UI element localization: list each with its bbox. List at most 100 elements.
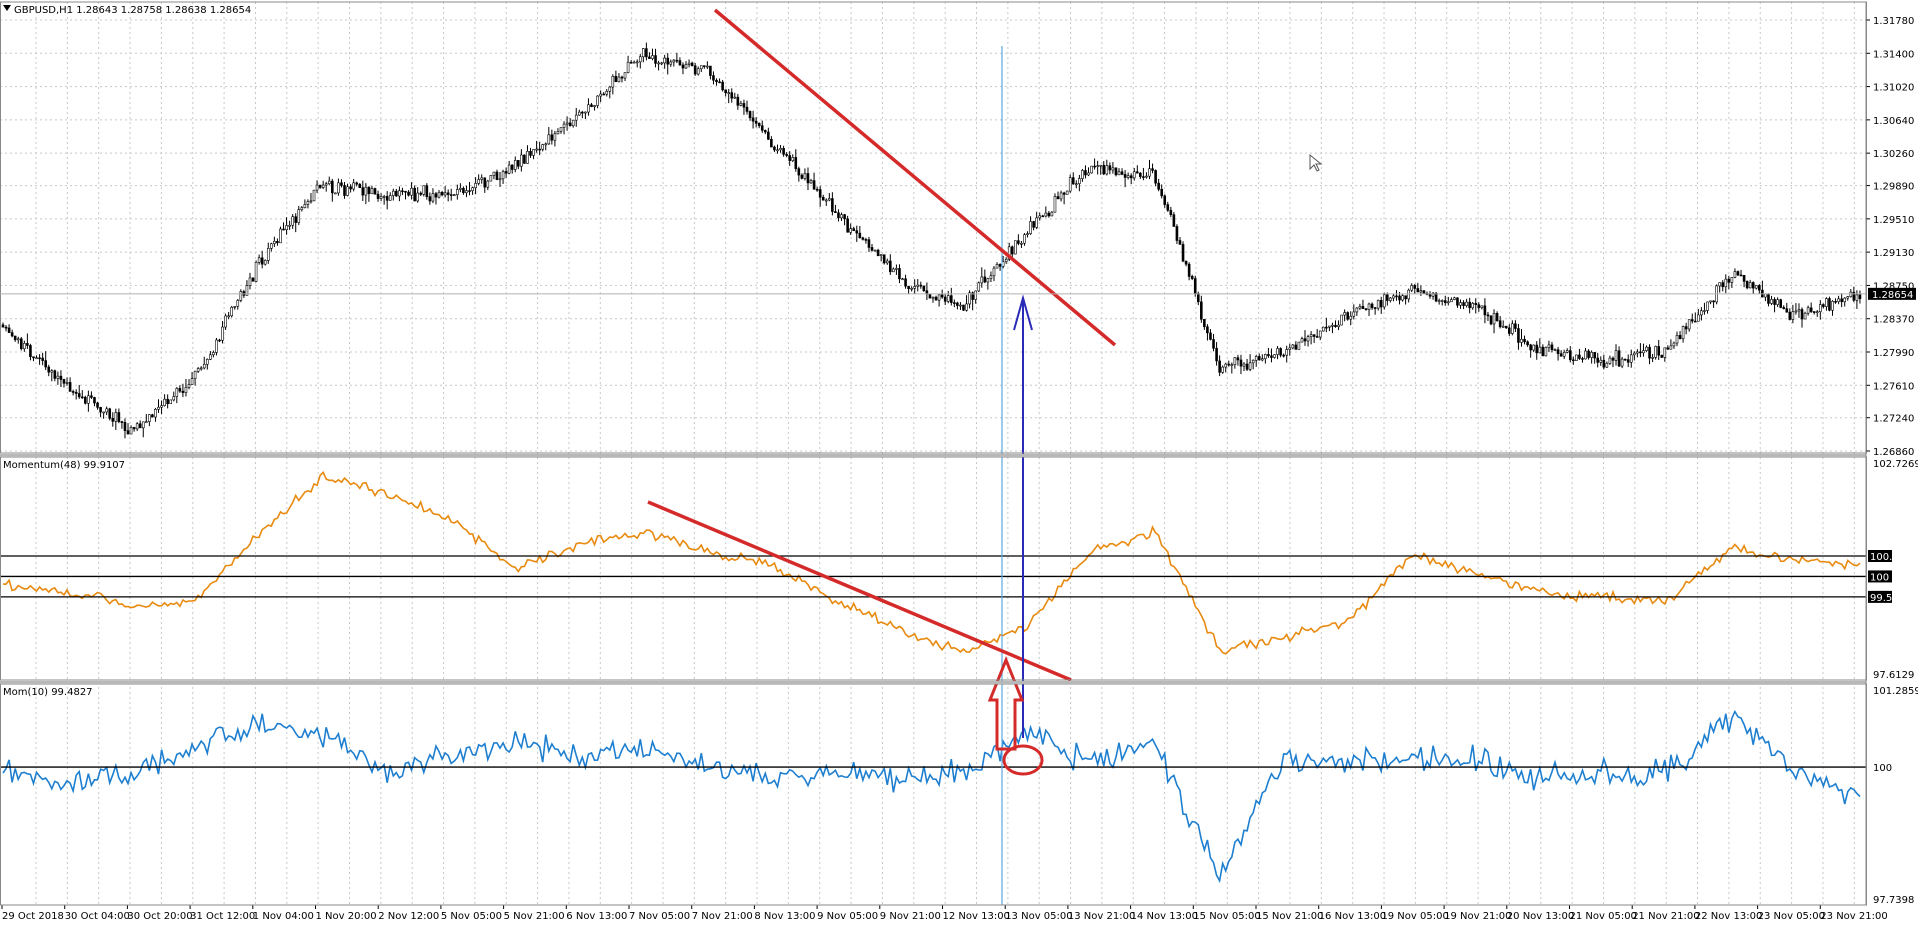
candle-body: [1193, 278, 1197, 294]
candle-body: [273, 241, 276, 245]
candle-body: [202, 363, 206, 369]
candle-body: [84, 396, 87, 404]
chart-canvas[interactable]: 1.31780 1.31400 1.31020 1.30640 1.30260 1.298…: [0, 0, 1918, 926]
candle-body: [340, 182, 343, 186]
candle-body: [1608, 357, 1612, 364]
candle-body: [172, 396, 176, 401]
candle-body: [1703, 310, 1706, 312]
price-tick-label: 1.27610: [1873, 381, 1914, 392]
candle-body: [74, 391, 78, 394]
candle-body: [638, 56, 642, 63]
candle-body: [824, 199, 828, 202]
candle-body: [190, 378, 194, 385]
candle-body: [1163, 195, 1167, 205]
candle-body: [355, 182, 359, 185]
candle-body: [1221, 366, 1224, 373]
candle-body: [1858, 294, 1862, 299]
candle-body: [1023, 234, 1026, 244]
time-label: 13 Nov 21:00: [1068, 911, 1135, 922]
candle-body: [1132, 171, 1136, 179]
candle-body: [1590, 352, 1593, 358]
candle-body: [535, 148, 538, 151]
candle-body: [1764, 293, 1767, 298]
candle-body: [294, 216, 298, 223]
candle-body: [974, 290, 977, 300]
candle-body: [1349, 315, 1353, 320]
candle-body: [623, 72, 627, 79]
candle-body: [1745, 281, 1749, 289]
time-label: 8 Nov 13:00: [754, 911, 815, 922]
candle-body: [1367, 303, 1371, 310]
candle-body: [1355, 307, 1359, 313]
candle-body: [47, 366, 51, 373]
candle-body: [788, 155, 791, 161]
candle-body: [1120, 171, 1124, 175]
momentum-tick-label: 102.7269: [1873, 459, 1918, 470]
candle-body: [358, 183, 362, 188]
candle-body: [596, 95, 599, 106]
candle-body: [1416, 288, 1420, 293]
candle-body: [1270, 355, 1273, 358]
candle-body: [1395, 295, 1398, 298]
candle-body: [736, 96, 740, 106]
candle-body: [1672, 342, 1676, 347]
candle-body: [270, 243, 273, 249]
candle-body: [209, 354, 212, 360]
candle-body: [1401, 295, 1404, 301]
candle-body: [1648, 346, 1651, 359]
candle-body: [437, 192, 441, 198]
candle-body: [1654, 346, 1657, 358]
candle-body: [1663, 347, 1667, 358]
candle-body: [1075, 183, 1078, 185]
candle-body: [327, 180, 331, 185]
candle-body: [175, 388, 179, 397]
candle-body: [498, 178, 502, 181]
candle-body: [1489, 315, 1493, 325]
candle-body: [800, 174, 804, 179]
candle-body: [1257, 356, 1261, 361]
candle-body: [1044, 212, 1048, 217]
candle-body: [1413, 285, 1417, 289]
candle-body: [1318, 330, 1322, 338]
candle-body: [605, 90, 609, 95]
candle-body: [105, 408, 108, 413]
candle-body: [1690, 319, 1694, 322]
candle-body: [422, 185, 426, 195]
candle-body: [654, 55, 657, 64]
candle-body: [431, 193, 435, 202]
candle-body: [1108, 165, 1112, 171]
candle-body: [1, 324, 5, 328]
candle-body: [1462, 302, 1465, 306]
candle-body: [1559, 353, 1563, 357]
candle-body: [1758, 285, 1761, 291]
candle-body: [114, 412, 118, 422]
candle-body: [1450, 299, 1453, 303]
candle-body: [849, 228, 852, 233]
candle-body: [1675, 335, 1679, 344]
candle-body: [629, 61, 633, 64]
candle-body: [145, 421, 148, 423]
candle-body: [282, 228, 285, 231]
candle-body: [1517, 328, 1520, 343]
candle-body: [669, 61, 673, 65]
candle-body: [986, 278, 990, 283]
candle-body: [44, 360, 47, 368]
candle-body: [584, 111, 587, 114]
candle-body: [379, 196, 383, 199]
candle-body: [1523, 338, 1526, 343]
candle-body: [1242, 363, 1246, 367]
candle-body: [480, 177, 484, 180]
candle-body: [80, 396, 84, 399]
candle-body: [1806, 307, 1810, 314]
time-label: 22 Nov 13:00: [1695, 911, 1762, 922]
candle-body: [1267, 354, 1270, 357]
candle-body: [1111, 167, 1115, 171]
time-label: 1 Nov 04:00: [253, 911, 314, 922]
time-label: 15 Nov 05:00: [1193, 911, 1260, 922]
momentum-level-label: 100.5: [1870, 552, 1899, 563]
time-label: 23 Nov 05:00: [1758, 911, 1825, 922]
candle-body: [1636, 351, 1639, 354]
candle-body: [1541, 346, 1545, 357]
candle-body: [1135, 171, 1139, 174]
candle-body: [684, 64, 688, 69]
